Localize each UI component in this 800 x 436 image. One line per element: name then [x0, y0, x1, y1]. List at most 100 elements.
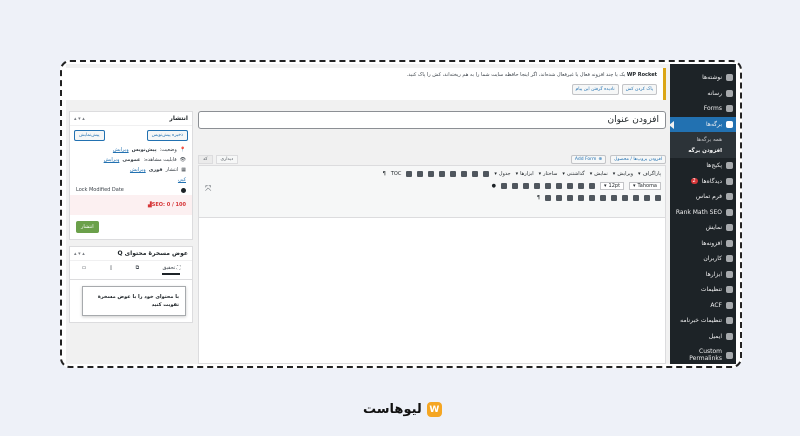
- lock-modified-row: Lock Modified Date: [70, 185, 192, 195]
- tab-visual[interactable]: دیداری: [215, 154, 239, 164]
- sidebar-item-settings[interactable]: تنظیمات: [670, 282, 736, 298]
- unlink-icon[interactable]: [428, 171, 435, 177]
- tools-menu[interactable]: ابزارها ▾: [516, 171, 534, 177]
- preview-button[interactable]: پیش‌نمایش: [74, 130, 105, 141]
- edit-status-link[interactable]: ویرایش: [113, 147, 129, 153]
- paste-icon[interactable]: [545, 195, 551, 201]
- schedule-label: انتشار: [165, 167, 179, 173]
- ai-box-title: عوض مسخرهٔ محتوای Q: [117, 250, 188, 257]
- box-arrows-icon[interactable]: ▴ ▾ ▴: [74, 116, 85, 122]
- sidebar-item-comments[interactable]: دیدگاه‌ها 2: [670, 174, 736, 190]
- toc-button[interactable]: TOC: [391, 171, 401, 177]
- bold-icon[interactable]: [589, 183, 596, 189]
- sidebar-item-pages[interactable]: برگه‌ها: [669, 116, 736, 132]
- status-value: پیش‌نویس: [131, 147, 157, 153]
- sidebar-label: ابزارها: [705, 270, 722, 278]
- submenu-add-page[interactable]: افزودن برگه: [670, 145, 736, 156]
- emoji-icon[interactable]: [644, 195, 650, 201]
- list-ol-icon[interactable]: [534, 183, 541, 189]
- font-family-select[interactable]: Tahoma ▾: [629, 182, 661, 190]
- underline-icon[interactable]: [567, 183, 574, 189]
- insert-menu-label: گذاشتنی: [566, 171, 585, 177]
- sidebar-label: پکیج‌ها: [706, 162, 722, 170]
- sidebar-item-newsletter[interactable]: تنظیمات خبرنامه: [670, 313, 736, 329]
- anchor-icon[interactable]: [589, 195, 595, 201]
- package-icon: [726, 162, 733, 170]
- copy-link[interactable]: کپی: [178, 177, 186, 183]
- tab-analyze[interactable]: ⛶ تحقیق: [162, 265, 181, 275]
- clear-format-icon[interactable]: [556, 195, 562, 201]
- tab-copy-icon[interactable]: ⧉: [136, 265, 140, 275]
- ai-box: عوض مسخرهٔ محتوای Q ▴ ▾ ▴ ⛶ تحقیق ⧉ ▯ ▭ …: [69, 246, 193, 323]
- sidebar-item-tools[interactable]: ابزارها: [670, 267, 736, 283]
- ai-box-header[interactable]: عوض مسخرهٔ محتوای Q ▴ ▾ ▴: [70, 247, 192, 261]
- ai-tabs: ⛶ تحقیق ⧉ ▯ ▭: [70, 261, 192, 280]
- italic-icon[interactable]: [578, 183, 585, 189]
- structure-menu[interactable]: ساختار ▾: [539, 171, 558, 177]
- add-form-button[interactable]: ⊕ Add Form: [570, 154, 607, 164]
- submenu-all-pages[interactable]: همه برگه‌ها: [670, 134, 736, 145]
- hr-icon[interactable]: [633, 195, 639, 201]
- table-icon[interactable]: [523, 183, 530, 189]
- clear-cache-button[interactable]: پاک کردن کش: [621, 84, 657, 95]
- sidebar-item-packages[interactable]: پکیج‌ها: [670, 158, 736, 174]
- add-product-button[interactable]: افزودن پروپ‌ها / محصول: [610, 154, 666, 164]
- text-color-icon[interactable]: [655, 195, 661, 201]
- side-metaboxes: انتشار ▴ ▾ ▴ ذخیره پیش‌نویس پیش‌نمایش 📍 و…: [69, 111, 193, 364]
- title-input[interactable]: افزودن عنوان: [198, 111, 666, 129]
- sidebar-item-email[interactable]: ایمیل: [670, 329, 736, 345]
- code-icon[interactable]: [567, 195, 573, 201]
- tab-grid-icon[interactable]: ▭: [82, 265, 87, 275]
- sidebar-item-media[interactable]: رسانه: [670, 86, 736, 102]
- paragraph-mark-icon[interactable]: ¶: [537, 195, 540, 201]
- publish-header[interactable]: انتشار ▴ ▾ ▴: [70, 112, 192, 126]
- expand-icon[interactable]: ⤧: [205, 184, 211, 194]
- subscript-icon[interactable]: [622, 195, 628, 201]
- font-size-value: 12pt: [608, 183, 621, 189]
- edit-schedule-link[interactable]: ویرایش: [130, 167, 146, 173]
- align-center-icon[interactable]: [472, 171, 479, 177]
- tab-code[interactable]: کد: [198, 154, 213, 164]
- image-icon[interactable]: [512, 183, 519, 189]
- view-menu[interactable]: نمایش ▾: [590, 171, 608, 177]
- superscript-icon[interactable]: [611, 195, 617, 201]
- font-size-select[interactable]: 12pt ▾: [600, 182, 625, 190]
- blockquote-icon[interactable]: [450, 171, 457, 177]
- redo-icon[interactable]: [406, 171, 413, 177]
- toolbar-row-3: ¶: [203, 192, 661, 204]
- sidebar-item-posts[interactable]: نوشته‌ها: [670, 70, 736, 86]
- tab-doc-icon[interactable]: ▯: [110, 265, 113, 275]
- undo-icon[interactable]: [417, 171, 424, 177]
- insert-menu[interactable]: گذاشتنی ▾: [562, 171, 584, 177]
- link-icon[interactable]: [439, 171, 446, 177]
- edit-visibility-link[interactable]: ویرایش: [104, 157, 120, 163]
- sidebar-item-acf[interactable]: ACF: [670, 298, 736, 314]
- visibility-label: قابلیت مشاهده:: [143, 157, 177, 163]
- rankmath-icon: [726, 208, 733, 216]
- align-right-icon[interactable]: [483, 171, 490, 177]
- sidebar-item-users[interactable]: کاربران: [670, 251, 736, 267]
- rtl-icon[interactable]: ¶: [383, 171, 386, 177]
- help-icon[interactable]: ●: [492, 183, 496, 189]
- special-char-icon[interactable]: [600, 195, 606, 201]
- edit-menu[interactable]: ویرایش ▾: [613, 171, 633, 177]
- sidebar-item-permalinks[interactable]: Custom Permalinks: [670, 344, 736, 364]
- sidebar-item-appearance[interactable]: نمایش: [670, 220, 736, 236]
- strike-icon[interactable]: [556, 183, 563, 189]
- paragraph-select[interactable]: پاراگراف ▾: [638, 171, 661, 177]
- sidebar-item-forms[interactable]: Forms: [670, 101, 736, 117]
- color-icon[interactable]: [501, 183, 508, 189]
- table-menu[interactable]: جدول ▾: [494, 171, 510, 177]
- sidebar-item-contact[interactable]: فرم تماس: [670, 189, 736, 205]
- publish-button[interactable]: انتشار: [76, 221, 99, 233]
- save-draft-button[interactable]: ذخیره پیش‌نویس: [146, 130, 188, 141]
- classic-editor: پاراگراف ▾ ویرایش ▾ نمایش ▾ گذاشتنی ▾ ساختار…: [198, 165, 666, 364]
- dismiss-notice-button[interactable]: نادیده گرفتن این پیام: [571, 84, 619, 95]
- sidebar-item-rankmath[interactable]: Rank Math SEO: [670, 205, 736, 221]
- lock-modified-toggle[interactable]: [181, 187, 186, 193]
- media-embed-icon[interactable]: [578, 195, 584, 201]
- align-left-icon[interactable]: [461, 171, 468, 177]
- list-ul-icon[interactable]: [545, 183, 552, 189]
- sidebar-item-plugins[interactable]: افزونه‌ها: [670, 236, 736, 252]
- ai-box-arrows-icon[interactable]: ▴ ▾ ▴: [74, 251, 85, 257]
